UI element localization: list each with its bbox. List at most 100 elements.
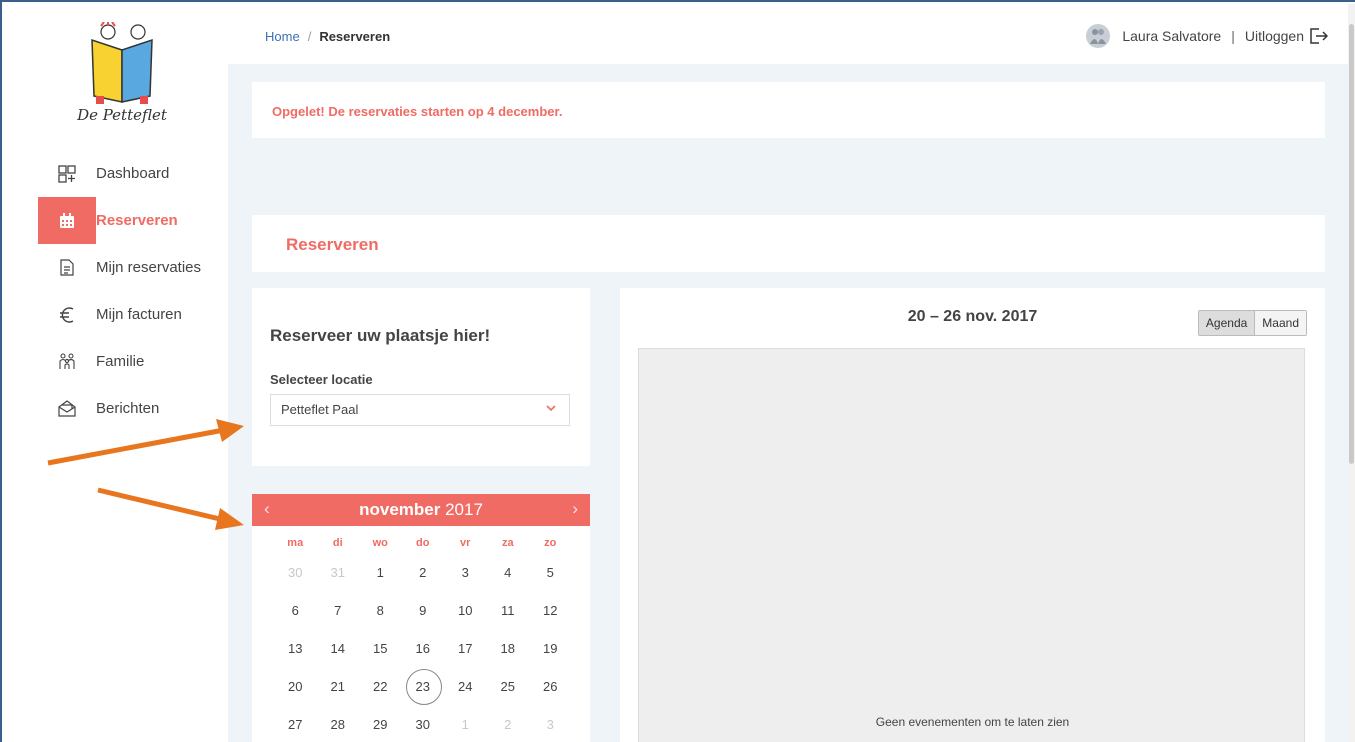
calendar-week-row: 27 28 29 30 1 2 3	[274, 706, 572, 742]
scrollbar-thumb[interactable]	[1349, 24, 1354, 464]
calendar-day[interactable]: 1	[359, 554, 402, 592]
user-separator: |	[1231, 28, 1235, 44]
sidebar-item-familie[interactable]: Familie	[38, 338, 228, 385]
calendar-day[interactable]: 5	[529, 554, 572, 592]
calendar-days: 30 31 1 2 3 4 5 6 7 8 9 10 11 12 13 14 15 16 17 18 19 20 21 22 2…	[274, 554, 572, 742]
top-bar: Home / Reserveren Laura Salvatore | Uitlog…	[228, 4, 1350, 64]
calendar-day-outside-month[interactable]: 2	[487, 706, 530, 742]
calendar-week-row: 30 31 1 2 3 4 5	[274, 554, 572, 592]
sidebar-item-reserveren[interactable]: Reserveren	[38, 197, 228, 244]
calendar-day[interactable]: 20	[274, 668, 317, 706]
month-view-button[interactable]: Maand	[1255, 311, 1306, 335]
calendar-day[interactable]: 30	[402, 706, 445, 742]
book-logo-icon	[91, 21, 153, 104]
location-heading: Reserveer uw plaatsje hier!	[270, 326, 491, 345]
sidebar-item-label: Berichten	[96, 400, 160, 417]
calendar-day-outside-month[interactable]: 31	[317, 554, 360, 592]
sidebar-item-mijn-facturen[interactable]: Mijn facturen	[38, 291, 228, 338]
location-label: Selecteer locatie	[270, 372, 373, 387]
calendar-day[interactable]: 9	[402, 592, 445, 630]
calendar-day[interactable]: 4	[487, 554, 530, 592]
calendar-year: 2017	[445, 500, 483, 519]
sidebar-item-dashboard[interactable]: Dashboard	[38, 150, 228, 197]
calendar-grid: ma di wo do vr za zo 30 31 1 2 3 4 5 6 7 8 9 10 11 12…	[274, 532, 572, 742]
calendar-day[interactable]: 17	[444, 630, 487, 668]
calendar-header: ‹ november 2017 ›	[252, 494, 590, 526]
main-content: Home / Reserveren Laura Salvatore | Uitlog…	[228, 4, 1350, 742]
weekday-label: do	[416, 537, 430, 549]
weekday-row: ma di wo do vr za zo	[274, 532, 572, 554]
sidebar-item-mijn-reservaties[interactable]: Mijn reservaties	[38, 244, 228, 291]
calendar-day[interactable]: 26	[529, 668, 572, 706]
calendar-day[interactable]: 2	[402, 554, 445, 592]
calendar-day[interactable]: 15	[359, 630, 402, 668]
calendar-day[interactable]: 7	[317, 592, 360, 630]
calendar-day-outside-month[interactable]: 30	[274, 554, 317, 592]
location-select[interactable]: Petteflet Paal	[270, 394, 570, 426]
calendar-day[interactable]: 3	[444, 554, 487, 592]
breadcrumb: Home / Reserveren	[265, 29, 390, 44]
calendar-day[interactable]: 10	[444, 592, 487, 630]
envelope-icon	[38, 385, 96, 432]
breadcrumb-separator: /	[307, 29, 312, 44]
agenda-view-button[interactable]: Agenda	[1198, 311, 1256, 335]
sidebar: De Petteflet Dashboard Reserveren Mijn r…	[4, 4, 228, 742]
sidebar-item-label: Dashboard	[96, 165, 170, 182]
sidebar-item-label: Mijn facturen	[96, 306, 182, 323]
calendar-month: november	[359, 500, 441, 519]
calendar-day[interactable]: 8	[359, 592, 402, 630]
calendar-day[interactable]: 11	[487, 592, 530, 630]
user-name[interactable]: Laura Salvatore	[1122, 28, 1221, 44]
calendar-day[interactable]: 29	[359, 706, 402, 742]
agenda-empty-message: Geen evenementen om te laten zien	[875, 715, 1070, 729]
calendar-day[interactable]: 21	[317, 668, 360, 706]
calendar-day[interactable]: 27	[274, 706, 317, 742]
dashboard-icon	[38, 150, 96, 197]
sidebar-item-label: Reserveren	[96, 212, 178, 229]
calendar-week-row: 6 7 8 9 10 11 12	[274, 592, 572, 630]
calendar-day[interactable]: 28	[317, 706, 360, 742]
calendar-week-row: 20 21 22 23 24 25 26	[274, 668, 572, 706]
calendar-day[interactable]: 12	[529, 592, 572, 630]
view-toggle: Agenda Maand	[1197, 310, 1307, 336]
calendar-day[interactable]: 16	[402, 630, 445, 668]
weekday-label: di	[332, 537, 343, 549]
logout-icon[interactable]	[1310, 28, 1328, 44]
sidebar-item-berichten[interactable]: Berichten	[38, 385, 228, 432]
calendar-next-button[interactable]: ›	[572, 499, 578, 519]
agenda-body: Geen evenementen om te laten zien	[638, 348, 1305, 742]
location-selected-value: Petteflet Paal	[281, 402, 359, 417]
calendar-day[interactable]: 6	[274, 592, 317, 630]
calendar-day[interactable]: 13	[274, 630, 317, 668]
logo-text: De Petteflet	[77, 106, 167, 124]
calendar-day[interactable]: 22	[359, 668, 402, 706]
section-header: Reserveren	[252, 215, 1325, 272]
calendar-week-row: 13 14 15 16 17 18 19	[274, 630, 572, 668]
sidebar-item-label: Familie	[96, 353, 145, 370]
calendar-day-outside-month[interactable]: 1	[444, 706, 487, 742]
chevron-down-icon	[545, 402, 557, 417]
section-title: Reserveren	[286, 235, 379, 254]
breadcrumb-home-link[interactable]: Home	[265, 29, 300, 44]
calendar-day[interactable]: 19	[529, 630, 572, 668]
calendar-day[interactable]: 14	[317, 630, 360, 668]
sidebar-nav: Dashboard Reserveren Mijn reservaties Mi…	[38, 150, 228, 432]
euro-icon	[38, 291, 96, 338]
weekday-label: ma	[287, 537, 304, 549]
weekday-label: za	[501, 537, 514, 549]
calendar-day-today[interactable]: 23	[402, 668, 445, 706]
calendar-day[interactable]: 18	[487, 630, 530, 668]
calendar-day[interactable]: 25	[487, 668, 530, 706]
logout-link[interactable]: Uitloggen	[1245, 28, 1304, 44]
alert-banner: Opgelet! De reservaties starten op 4 dec…	[252, 82, 1325, 138]
weekday-label: vr	[460, 537, 471, 549]
calendar-icon	[38, 197, 96, 244]
calendar-day-outside-month[interactable]: 3	[529, 706, 572, 742]
avatar[interactable]	[1086, 24, 1111, 48]
logo[interactable]: De Petteflet	[52, 21, 192, 137]
page-scrollbar[interactable]	[1348, 4, 1355, 742]
sidebar-item-label: Mijn reservaties	[96, 259, 202, 276]
user-menu: Laura Salvatore | Uitloggen	[1086, 24, 1328, 48]
calendar-day[interactable]: 24	[444, 668, 487, 706]
calendar-title: november 2017	[252, 500, 590, 520]
